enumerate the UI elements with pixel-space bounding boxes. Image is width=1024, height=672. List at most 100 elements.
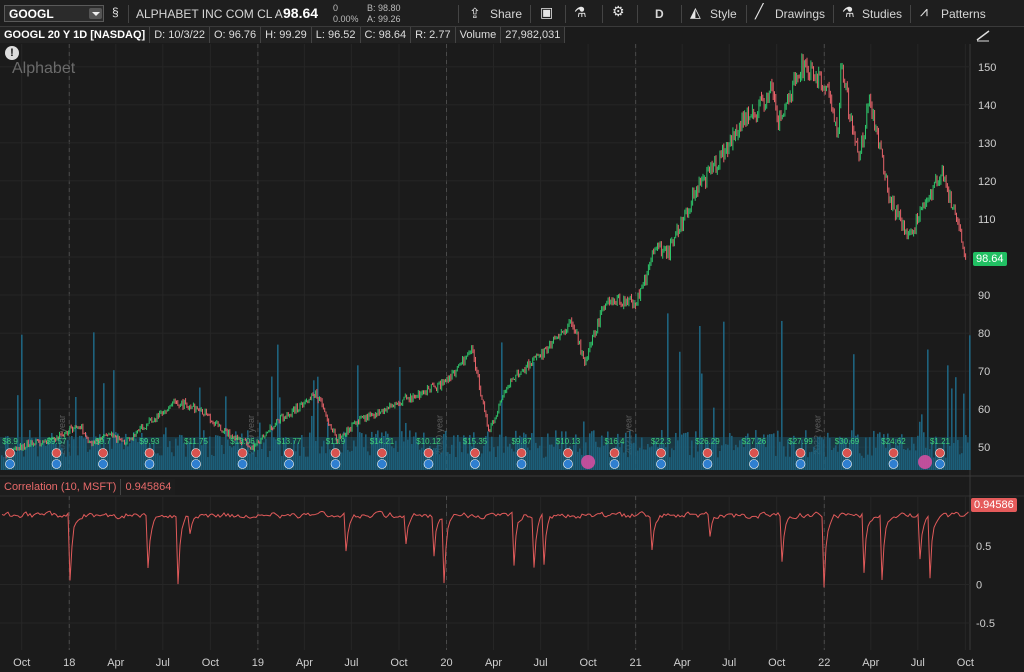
dividend-icon [470,459,480,469]
drawings-icon[interactable]: ╱ [755,3,763,20]
dividend-icon [935,459,945,469]
x-tick-label: Jul [911,657,925,669]
dividend-icon [702,459,713,469]
x-tick-label: Oct [768,657,785,669]
share-icon[interactable]: ⇪ [469,5,481,22]
chart-title: GOOGL 20 Y 1D [NASDAQ] [0,27,151,43]
x-tick-label: Apr [296,657,313,669]
drawing-tools-icon[interactable] [975,28,991,42]
divider [128,5,129,23]
earnings-icon [656,448,666,458]
earnings-icon [330,448,341,458]
earnings-icon [237,448,248,458]
dividend-icon [888,459,899,469]
chart-settings-icon[interactable]: ▣ [540,4,553,21]
y-tick-label: 140 [978,100,996,112]
earnings-icon [702,448,713,458]
earnings-value-label: $11.9 [326,437,346,446]
dividend-icon [5,459,15,469]
earnings-icon [470,448,480,458]
x-tick-label: 19 [252,657,264,669]
earnings-value-label: $14.21 [370,437,395,446]
earnings-icon [284,448,294,458]
style-icon[interactable]: ◭ [690,4,701,21]
x-tick-label: Oct [390,657,407,669]
earnings-icon [516,448,527,458]
y-tick-label: 120 [978,176,996,188]
patterns-icon[interactable]: ⩘ [920,3,928,20]
earnings-icon [609,448,620,458]
last-price: 98.64 [283,5,319,21]
studies-icon[interactable]: ⚗ [842,4,855,21]
correlation-study-label[interactable]: Correlation (10, MSFT) 0.945864 [0,479,176,495]
divider [910,5,911,23]
earnings-icon [888,448,899,458]
y-tick-label: 50 [978,442,990,454]
dividend-icon [144,459,155,469]
change-pct: 0.00% [333,14,359,24]
dividend-icon [51,459,62,469]
share-button[interactable]: Share [490,7,522,21]
correlation-tick-label: 0.5 [976,541,991,553]
earnings-value-label: $11.75 [184,437,208,446]
x-tick-label: Jul [344,657,358,669]
dividend-icon [377,459,387,469]
earnings-value-label: $26.29 [695,437,720,446]
symbol-input[interactable]: GOOGL [4,5,104,22]
x-tick-label: Jul [156,657,170,669]
symbol-text: GOOGL [9,7,54,21]
ask-price: A: 99.26 [367,14,401,24]
dividend-icon [516,459,527,469]
earnings-value-label: $8.9 [2,437,18,446]
chart-info-bar: GOOGL 20 Y 1D [NASDAQ] D: 10/3/22 O: 96.… [0,27,566,43]
chart-canvas[interactable]: Oct 18 Apr Jul Oct 19 Apr Jul Oct 20 Apr Jul Oct 21 Ap… [0,0,1024,672]
x-tick-label: Apr [107,657,124,669]
y-tick-label: 90 [978,290,990,302]
earnings-value-label: $22.3 [651,437,672,446]
flask-icon[interactable]: ⚗ [574,4,587,21]
earnings-value-label: $9.7 [95,437,111,446]
studies-button[interactable]: Studies [862,7,902,21]
bar-range: R: 2.77 [411,27,456,43]
dividend-icon [749,459,759,469]
dividend-icon [795,459,806,469]
x-tick-label: Oct [957,657,974,669]
chevron-down-icon[interactable] [89,8,102,19]
earnings-icon [842,448,852,458]
earnings-value-label: $10.13 [556,437,581,446]
dividend-icon [191,459,201,469]
divider [833,5,834,23]
correlation-tick-label: 0 [976,580,982,592]
patterns-button[interactable]: Patterns [941,7,986,21]
alert-icon[interactable]: ! [5,46,19,60]
gear-icon[interactable]: ⚙ [612,3,625,20]
earnings-icon [98,448,108,458]
divider [565,5,566,23]
drawings-button[interactable]: Drawings [775,7,825,21]
divider [458,5,459,23]
x-tick-label: Oct [580,657,597,669]
y-tick-label: 60 [978,404,990,416]
earnings-icon [563,448,573,458]
x-tick-label: Apr [862,657,879,669]
dividend-icon [563,459,573,469]
earnings-value-label: $15.35 [463,437,488,446]
y-tick-label: 150 [978,62,996,74]
x-tick-label: Jul [534,657,548,669]
earnings-value-label: $9.57 [46,437,67,446]
earnings-icon [5,448,15,458]
link-icon[interactable]: § [112,5,119,19]
earnings-icon [749,448,759,458]
bar-date: D: 10/3/22 [150,27,210,43]
earnings-value-label: $10.12 [416,437,441,446]
bar-open: O: 96.76 [209,27,262,43]
bid-price: B: 98.80 [367,3,401,13]
x-tick-label: 20 [440,657,452,669]
volume-value: 27,982,031 [501,27,566,43]
x-tick-label: 21 [630,657,642,669]
style-button[interactable]: Style [710,7,737,21]
aggregation-button[interactable]: D [655,7,664,21]
last-price-badge: 98.64 [973,252,1007,266]
toolbar: GOOGL § ALPHABET INC COM CL A 98.64 0 0.… [0,0,1024,27]
change-abs: 0 [333,3,339,13]
